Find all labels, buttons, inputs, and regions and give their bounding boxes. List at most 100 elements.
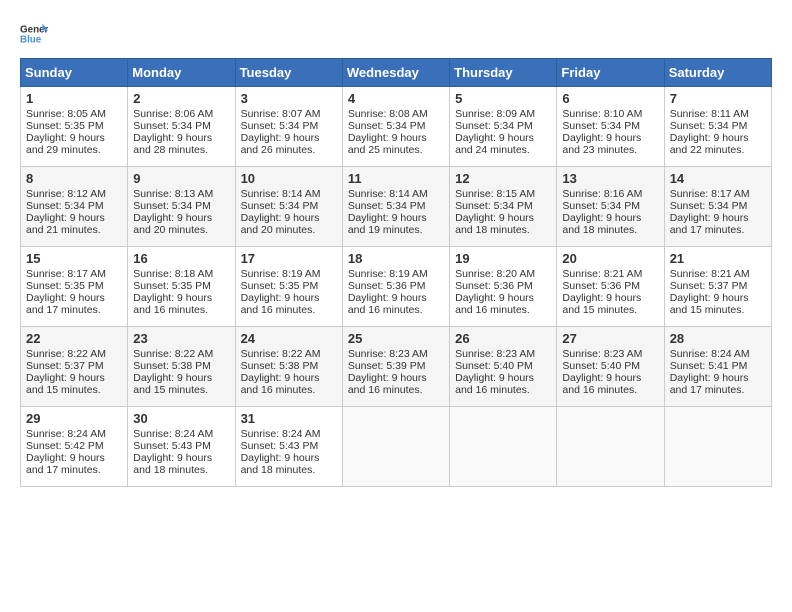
day-number: 18	[348, 251, 444, 266]
sunrise-label: Sunrise: 8:07 AM	[241, 108, 321, 120]
sunset-label: Sunset: 5:41 PM	[670, 360, 748, 372]
sunset-label: Sunset: 5:39 PM	[348, 360, 426, 372]
sunset-label: Sunset: 5:34 PM	[562, 120, 640, 132]
day-number: 12	[455, 171, 551, 186]
daylight-label: Daylight: 9 hours and 16 minutes.	[241, 372, 320, 396]
day-number: 16	[133, 251, 229, 266]
sunset-label: Sunset: 5:35 PM	[241, 280, 319, 292]
sunset-label: Sunset: 5:42 PM	[26, 440, 104, 452]
calendar-cell: 5 Sunrise: 8:09 AM Sunset: 5:34 PM Dayli…	[450, 87, 557, 167]
sunrise-label: Sunrise: 8:22 AM	[241, 348, 321, 360]
calendar-cell: 6 Sunrise: 8:10 AM Sunset: 5:34 PM Dayli…	[557, 87, 664, 167]
day-number: 11	[348, 171, 444, 186]
day-number: 14	[670, 171, 766, 186]
day-number: 6	[562, 91, 658, 106]
calendar-cell: 19 Sunrise: 8:20 AM Sunset: 5:36 PM Dayl…	[450, 247, 557, 327]
calendar-cell	[557, 407, 664, 487]
daylight-label: Daylight: 9 hours and 15 minutes.	[133, 372, 212, 396]
calendar-cell: 27 Sunrise: 8:23 AM Sunset: 5:40 PM Dayl…	[557, 327, 664, 407]
day-number: 26	[455, 331, 551, 346]
calendar-cell	[342, 407, 449, 487]
sunrise-label: Sunrise: 8:24 AM	[26, 428, 106, 440]
calendar-cell: 30 Sunrise: 8:24 AM Sunset: 5:43 PM Dayl…	[128, 407, 235, 487]
sunset-label: Sunset: 5:40 PM	[562, 360, 640, 372]
calendar-cell: 1 Sunrise: 8:05 AM Sunset: 5:35 PM Dayli…	[21, 87, 128, 167]
calendar-cell: 4 Sunrise: 8:08 AM Sunset: 5:34 PM Dayli…	[342, 87, 449, 167]
daylight-label: Daylight: 9 hours and 16 minutes.	[348, 292, 427, 316]
daylight-label: Daylight: 9 hours and 18 minutes.	[455, 212, 534, 236]
logo: General Blue	[20, 20, 52, 48]
sunset-label: Sunset: 5:34 PM	[133, 200, 211, 212]
sunset-label: Sunset: 5:34 PM	[455, 200, 533, 212]
header-saturday: Saturday	[664, 59, 771, 87]
daylight-label: Daylight: 9 hours and 18 minutes.	[562, 212, 641, 236]
sunset-label: Sunset: 5:35 PM	[133, 280, 211, 292]
daylight-label: Daylight: 9 hours and 28 minutes.	[133, 132, 212, 156]
sunrise-label: Sunrise: 8:14 AM	[348, 188, 428, 200]
sunset-label: Sunset: 5:34 PM	[26, 200, 104, 212]
sunset-label: Sunset: 5:37 PM	[26, 360, 104, 372]
sunrise-label: Sunrise: 8:15 AM	[455, 188, 535, 200]
day-number: 22	[26, 331, 122, 346]
sunrise-label: Sunrise: 8:08 AM	[348, 108, 428, 120]
day-number: 27	[562, 331, 658, 346]
calendar-header-row: Sunday Monday Tuesday Wednesday Thursday…	[21, 59, 772, 87]
sunset-label: Sunset: 5:37 PM	[670, 280, 748, 292]
daylight-label: Daylight: 9 hours and 17 minutes.	[670, 372, 749, 396]
daylight-label: Daylight: 9 hours and 24 minutes.	[455, 132, 534, 156]
day-number: 29	[26, 411, 122, 426]
sunrise-label: Sunrise: 8:17 AM	[26, 268, 106, 280]
sunset-label: Sunset: 5:38 PM	[241, 360, 319, 372]
calendar-cell: 17 Sunrise: 8:19 AM Sunset: 5:35 PM Dayl…	[235, 247, 342, 327]
calendar-week-row: 29 Sunrise: 8:24 AM Sunset: 5:42 PM Dayl…	[21, 407, 772, 487]
sunset-label: Sunset: 5:34 PM	[133, 120, 211, 132]
sunrise-label: Sunrise: 8:20 AM	[455, 268, 535, 280]
sunset-label: Sunset: 5:34 PM	[562, 200, 640, 212]
day-number: 31	[241, 411, 337, 426]
day-number: 9	[133, 171, 229, 186]
daylight-label: Daylight: 9 hours and 18 minutes.	[133, 452, 212, 476]
sunrise-label: Sunrise: 8:18 AM	[133, 268, 213, 280]
header-wednesday: Wednesday	[342, 59, 449, 87]
header: General Blue	[20, 20, 772, 48]
day-number: 8	[26, 171, 122, 186]
calendar-cell: 9 Sunrise: 8:13 AM Sunset: 5:34 PM Dayli…	[128, 167, 235, 247]
sunrise-label: Sunrise: 8:22 AM	[133, 348, 213, 360]
sunrise-label: Sunrise: 8:10 AM	[562, 108, 642, 120]
sunrise-label: Sunrise: 8:14 AM	[241, 188, 321, 200]
logo-icon: General Blue	[20, 20, 48, 48]
calendar-cell: 13 Sunrise: 8:16 AM Sunset: 5:34 PM Dayl…	[557, 167, 664, 247]
sunrise-label: Sunrise: 8:09 AM	[455, 108, 535, 120]
sunrise-label: Sunrise: 8:24 AM	[133, 428, 213, 440]
sunrise-label: Sunrise: 8:23 AM	[348, 348, 428, 360]
day-number: 23	[133, 331, 229, 346]
day-number: 7	[670, 91, 766, 106]
day-number: 13	[562, 171, 658, 186]
sunset-label: Sunset: 5:34 PM	[455, 120, 533, 132]
day-number: 17	[241, 251, 337, 266]
calendar-cell	[664, 407, 771, 487]
sunrise-label: Sunrise: 8:24 AM	[241, 428, 321, 440]
sunset-label: Sunset: 5:34 PM	[348, 120, 426, 132]
sunrise-label: Sunrise: 8:21 AM	[562, 268, 642, 280]
sunset-label: Sunset: 5:40 PM	[455, 360, 533, 372]
calendar-cell: 31 Sunrise: 8:24 AM Sunset: 5:43 PM Dayl…	[235, 407, 342, 487]
daylight-label: Daylight: 9 hours and 20 minutes.	[133, 212, 212, 236]
sunrise-label: Sunrise: 8:19 AM	[241, 268, 321, 280]
calendar-cell: 29 Sunrise: 8:24 AM Sunset: 5:42 PM Dayl…	[21, 407, 128, 487]
calendar-week-row: 1 Sunrise: 8:05 AM Sunset: 5:35 PM Dayli…	[21, 87, 772, 167]
calendar-cell: 2 Sunrise: 8:06 AM Sunset: 5:34 PM Dayli…	[128, 87, 235, 167]
calendar-cell: 18 Sunrise: 8:19 AM Sunset: 5:36 PM Dayl…	[342, 247, 449, 327]
daylight-label: Daylight: 9 hours and 16 minutes.	[241, 292, 320, 316]
sunrise-label: Sunrise: 8:23 AM	[562, 348, 642, 360]
day-number: 3	[241, 91, 337, 106]
header-sunday: Sunday	[21, 59, 128, 87]
day-number: 25	[348, 331, 444, 346]
day-number: 28	[670, 331, 766, 346]
daylight-label: Daylight: 9 hours and 15 minutes.	[562, 292, 641, 316]
sunset-label: Sunset: 5:34 PM	[670, 120, 748, 132]
daylight-label: Daylight: 9 hours and 16 minutes.	[455, 372, 534, 396]
sunrise-label: Sunrise: 8:11 AM	[670, 108, 749, 120]
sunset-label: Sunset: 5:34 PM	[348, 200, 426, 212]
daylight-label: Daylight: 9 hours and 16 minutes.	[455, 292, 534, 316]
